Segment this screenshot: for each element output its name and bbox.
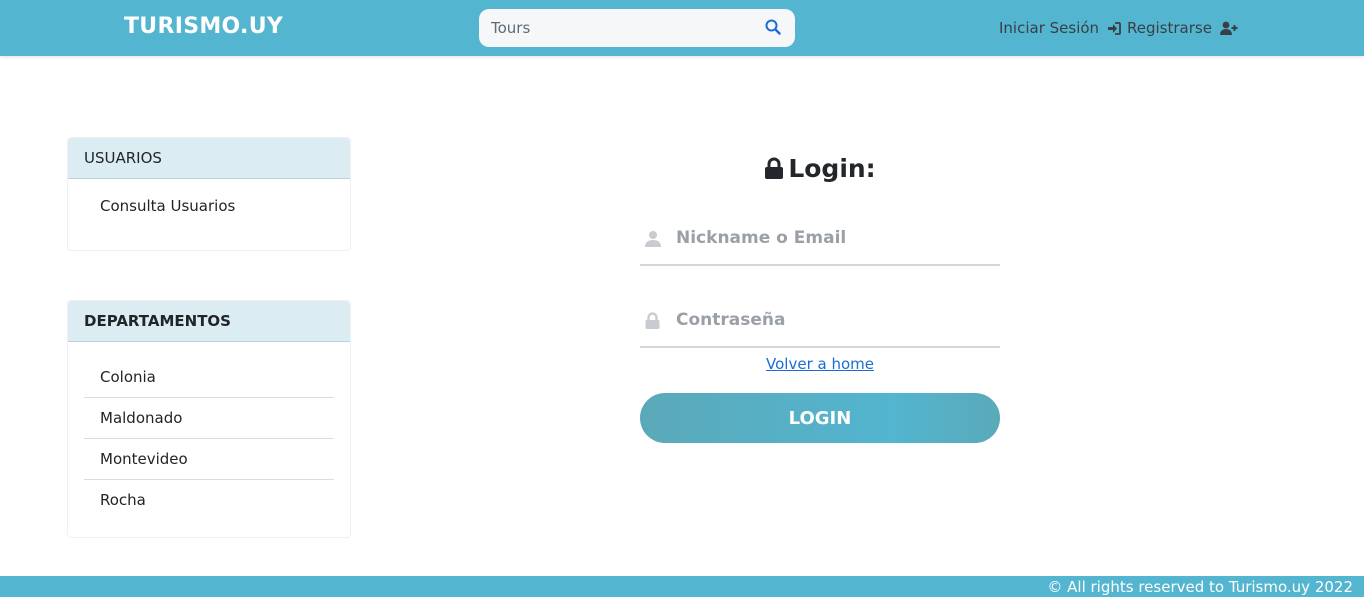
register-link[interactable]: Registrarse [1127, 19, 1238, 37]
sidebar-item-montevideo[interactable]: Montevideo [84, 439, 334, 480]
login-title-text: Login: [788, 154, 876, 183]
password-lock-icon [645, 312, 660, 329]
search-input[interactable] [479, 9, 749, 47]
register-link-label: Registrarse [1127, 19, 1212, 37]
back-home-link[interactable]: Volver a home [766, 355, 874, 373]
login-link-label: Iniciar Sesión [999, 19, 1100, 37]
user-plus-icon [1219, 21, 1238, 35]
nickname-input[interactable] [676, 220, 996, 256]
footer: © All rights reserved to Turismo.uy 2022 [0, 576, 1364, 597]
password-input[interactable] [676, 302, 996, 338]
departments-card-header: DEPARTAMENTOS [68, 301, 350, 342]
password-field [640, 302, 1000, 348]
sidebar-item-rocha[interactable]: Rocha [84, 480, 334, 521]
search-bar [479, 9, 795, 47]
login-title: Login: [640, 154, 1000, 183]
users-card: USUARIOS Consulta Usuarios [67, 137, 351, 251]
nickname-field [640, 220, 1000, 266]
top-navbar: TURISMO.UY Iniciar Sesión Registrarse [0, 0, 1364, 56]
sidebar-item-consulta-usuarios[interactable]: Consulta Usuarios [84, 193, 334, 219]
lock-icon [765, 157, 784, 179]
brand-logo[interactable]: TURISMO.UY [124, 14, 283, 39]
footer-copyright: © All rights reserved to Turismo.uy 2022 [1047, 578, 1353, 596]
sign-in-icon [1107, 22, 1121, 35]
sidebar-item-colonia[interactable]: Colonia [84, 357, 334, 398]
users-card-header: USUARIOS [68, 138, 350, 179]
user-icon [645, 231, 661, 247]
login-button[interactable]: LOGIN [640, 393, 1000, 443]
search-icon[interactable] [765, 19, 783, 37]
sidebar-item-maldonado[interactable]: Maldonado [84, 398, 334, 439]
departments-card: DEPARTAMENTOS Colonia Maldonado Montevid… [67, 300, 351, 538]
home-link-container: Volver a home [640, 355, 1000, 373]
login-link[interactable]: Iniciar Sesión [999, 19, 1121, 37]
